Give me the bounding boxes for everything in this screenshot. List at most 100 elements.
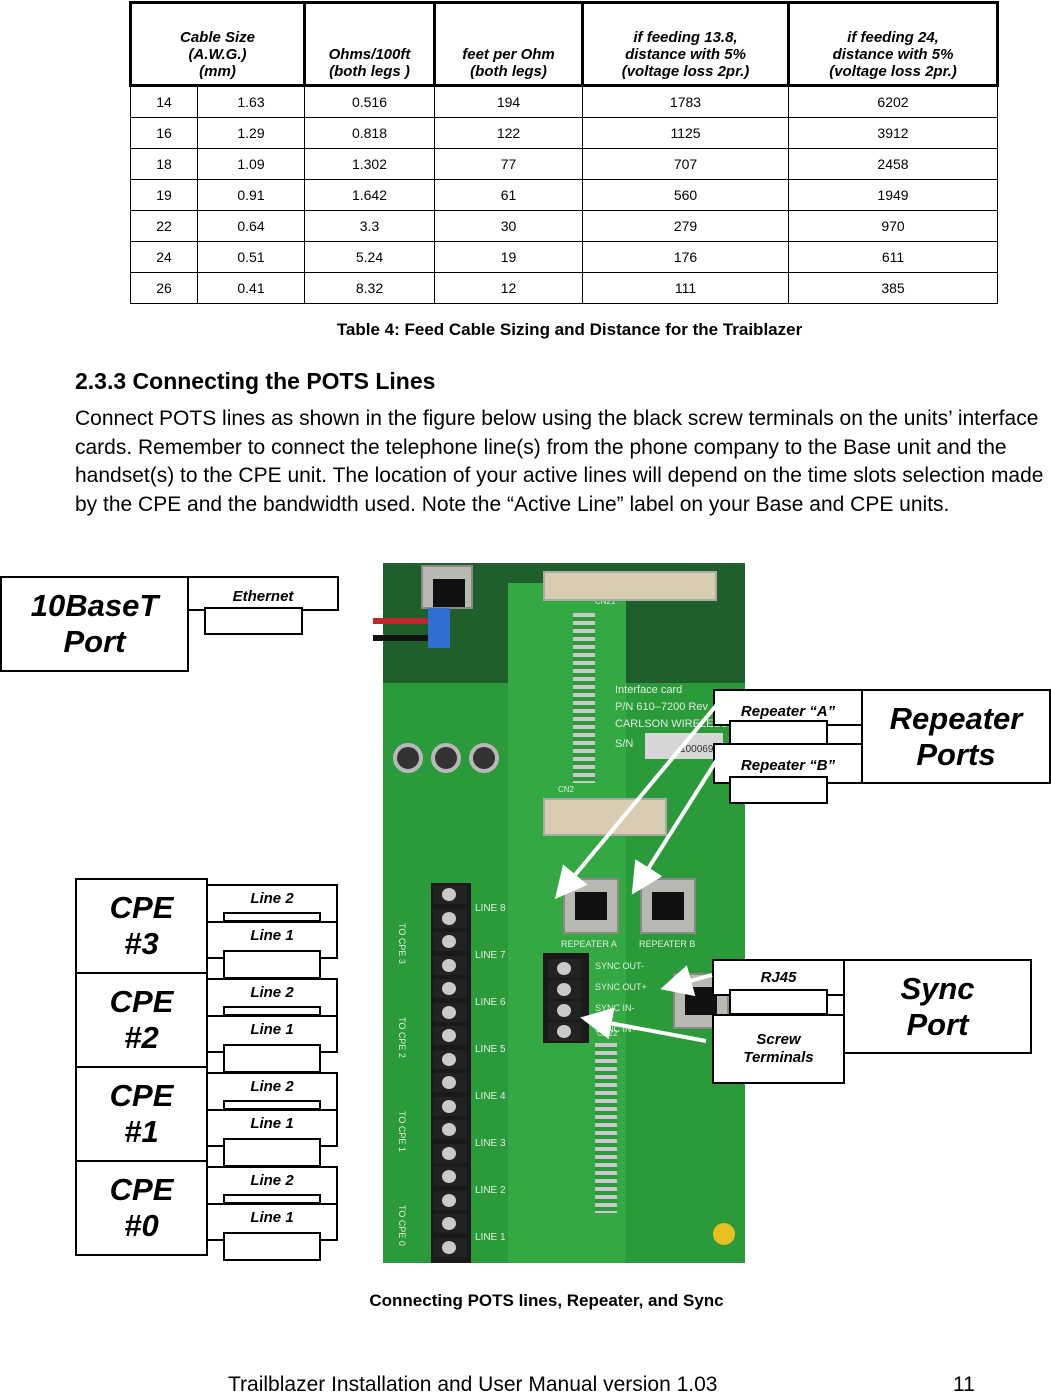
table-cell: 176 (582, 241, 789, 273)
repeater-ports-label: Repeater Ports (861, 689, 1051, 784)
line-silk-label: LINE 4 (475, 1091, 506, 1102)
table-cell: 6202 (788, 85, 998, 118)
line-silk-label: LINE 8 (475, 903, 506, 914)
cable-sizing-table: Cable Size (A.W.G.) (mm) Ohms/100ft (bot… (129, 1, 999, 304)
screw-terminal (433, 1237, 467, 1257)
screw-terminal (433, 1120, 467, 1139)
table-cell: 0.64 (197, 210, 305, 242)
table-cell: 19 (434, 241, 583, 273)
sync-screw-terminal (548, 1001, 582, 1020)
section-heading: 2.3.3 Connecting the POTS Lines (75, 368, 436, 394)
ethernet-jack (421, 565, 473, 609)
table-row: 16 1.29 0.818 122 1125 3912 (130, 117, 998, 149)
table-cell: 14 (130, 85, 198, 118)
table-cell: 560 (582, 179, 789, 211)
table-cell: 194 (434, 85, 583, 118)
repeater-b-silk: REPEATER B (639, 939, 696, 949)
to-cpe-silk-label: TO CPE 1 (397, 1111, 407, 1152)
table-cell: 1.29 (197, 117, 305, 149)
screw-terminal (433, 1026, 467, 1045)
table-cell: 26 (130, 272, 198, 304)
line-1-slot (223, 1138, 321, 1167)
line-1-slot (223, 1044, 321, 1073)
ethernet-tab: Ethernet (187, 576, 339, 611)
line-silk-label: LINE 5 (475, 1044, 506, 1055)
cn2-label: CN2 (558, 785, 575, 794)
silk-part-number: P/N 610–7200 Rev (615, 701, 708, 713)
table-cell: 970 (788, 210, 998, 242)
table-row: 19 0.91 1.642 61 560 1949 (130, 179, 998, 211)
table-cell: 122 (434, 117, 583, 149)
table-cell: 1.642 (304, 179, 435, 211)
sync-screw-terminal (548, 959, 582, 978)
table-cell: 77 (434, 148, 583, 180)
sync-screw-terminal (548, 1022, 582, 1041)
table-row: 26 0.41 8.32 12 111 385 (130, 272, 998, 304)
table-cell: 1949 (788, 179, 998, 211)
footer-title: Trailblazer Installation and User Manual… (228, 1373, 718, 1396)
table-cell: 19 (130, 179, 198, 211)
screw-terminal (433, 1049, 467, 1069)
power-wire-red (373, 618, 428, 624)
table-cell: 0.41 (197, 272, 305, 304)
table-cell: 3.3 (304, 210, 435, 242)
table-cell: 16 (130, 117, 198, 149)
silk-sn: S/N (615, 738, 634, 750)
cn22-header (595, 1043, 617, 1213)
sync-pin-silk-label: SYNC IN+ (595, 1024, 637, 1034)
top-ribbon-connector (543, 571, 717, 601)
screw-terminal (433, 908, 467, 928)
power-wire-black (373, 635, 428, 641)
figure-caption: Connecting POTS lines, Repeater, and Syn… (369, 1291, 724, 1310)
ethernet-slot (204, 607, 303, 635)
repeater-b-jack (640, 878, 696, 934)
silk-maker: CARLSON WIRELESS (615, 718, 729, 730)
table-cell: 24 (130, 241, 198, 273)
table-cell: 22 (130, 210, 198, 242)
table-cell: 0.818 (304, 117, 435, 149)
line-1-slot (223, 1232, 321, 1261)
screw-terminal (433, 1190, 467, 1210)
section-body: Connect POTS lines as shown in the figur… (75, 407, 1044, 516)
header-13-8: if feeding 13.8, distance with 5% (volta… (581, 1, 790, 87)
repeater-a-jack (563, 878, 619, 934)
table-cell: 18 (130, 148, 198, 180)
silk-interface: Interface card (615, 684, 683, 696)
10baset-port-label: 10BaseT Port (0, 576, 189, 672)
to-cpe-silk-label: TO CPE 2 (397, 1017, 407, 1058)
line-silk-label: LINE 6 (475, 997, 506, 1008)
line-silk-label: LINE 7 (475, 950, 506, 961)
table-row: 24 0.51 5.24 19 176 611 (130, 241, 998, 273)
serial-label: 1000692 (645, 733, 723, 759)
table-cell: 8.32 (304, 272, 435, 304)
header-cable-size: Cable Size (A.W.G.) (mm) (129, 1, 306, 87)
cpe-label: CPE #0 (75, 1160, 208, 1256)
screw-terminal (433, 885, 467, 904)
screw-terminal (433, 932, 467, 951)
table-cell: 61 (434, 179, 583, 211)
page-number: 11 (953, 1373, 975, 1396)
cn2-connector (543, 798, 667, 836)
table-cell: 0.516 (304, 85, 435, 118)
screw-terminal (433, 1073, 467, 1092)
repeater-b-slot (729, 776, 828, 804)
cpe-label: CPE #2 (75, 972, 208, 1068)
line-silk-label: LINE 3 (475, 1138, 506, 1149)
sync-pin-silk-label: SYNC OUT- (595, 961, 645, 971)
table-caption: Table 4: Feed Cable Sizing and Distance … (336, 320, 803, 339)
table-header-row: Cable Size (A.W.G.) (mm) Ohms/100ft (bot… (129, 1, 999, 87)
table-cell: 385 (788, 272, 998, 304)
line-silk-label: LINE 2 (475, 1185, 506, 1196)
yellow-dot (713, 1223, 735, 1245)
table-cell: 279 (582, 210, 789, 242)
table-cell: 30 (434, 210, 583, 242)
cpe-label: CPE #3 (75, 878, 208, 974)
to-cpe-silk-label: TO CPE 0 (397, 1205, 407, 1246)
table-cell: 1.63 (197, 85, 305, 118)
sync-screw-terminal (548, 980, 582, 999)
header-24: if feeding 24, distance with 5% (voltage… (787, 1, 999, 87)
screw-terminal (433, 1214, 467, 1233)
screw-terminal (433, 1096, 467, 1116)
line-1-slot (223, 950, 321, 979)
sync-pin-silk-label: SYNC IN- (595, 1003, 635, 1013)
